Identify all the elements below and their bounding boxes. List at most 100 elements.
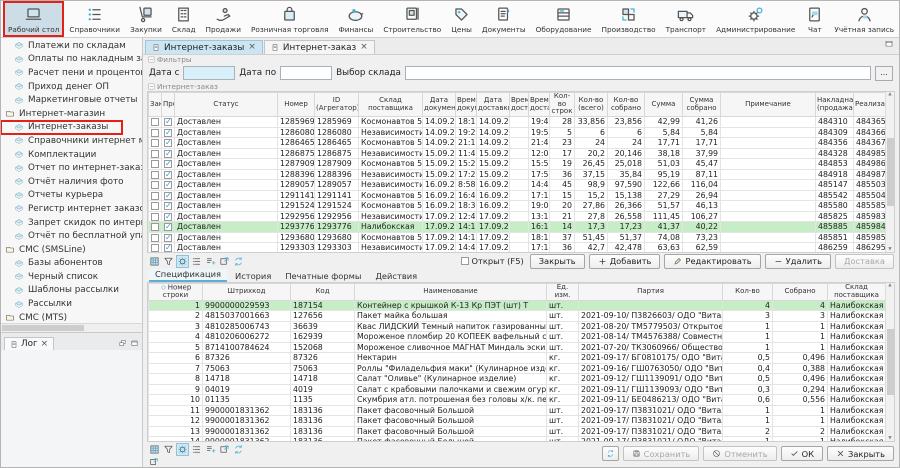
table-row[interactable]: 10011351135Скумбрия атл. потрошеная без … — [149, 395, 886, 406]
cell[interactable]: 4019 — [291, 384, 355, 395]
cell[interactable]: 1293303 — [278, 243, 315, 253]
cell[interactable]: 51,45 — [575, 232, 608, 243]
cell[interactable]: Налибокская — [828, 353, 886, 364]
cell[interactable]: 14718 — [203, 374, 291, 385]
cell[interactable]: 74,08 — [645, 232, 683, 243]
cell[interactable]: 485147 — [816, 180, 854, 191]
cell[interactable]: Мороженое пломбир 20 КОПЕЕК вафельный ст… — [355, 332, 547, 343]
cell[interactable]: 41,26 — [683, 117, 721, 128]
cell[interactable]: 1 — [723, 342, 773, 353]
cell[interactable]: Налибокская — [828, 405, 886, 416]
cell[interactable]: 37,99 — [683, 148, 721, 159]
grid-button[interactable] — [148, 255, 161, 268]
column-header[interactable]: Ед. изм. — [547, 284, 579, 301]
cell[interactable]: 1286465 — [315, 138, 359, 149]
cell[interactable]: 5,84 — [645, 127, 683, 138]
cell[interactable]: Налибокская — [828, 342, 886, 353]
cell[interactable]: Доставлен — [175, 169, 278, 180]
row-checkbox[interactable] — [151, 139, 159, 147]
cell[interactable]: 20,2 — [575, 148, 608, 159]
external-button[interactable] — [218, 443, 231, 456]
cell[interactable]: 1291141 — [315, 190, 359, 201]
column-header[interactable]: Номер — [278, 93, 315, 117]
cell[interactable]: Доставлен — [175, 201, 278, 212]
cell[interactable]: 36639 — [291, 321, 355, 332]
cell[interactable]: 484365 — [854, 117, 886, 128]
cell[interactable]: 9 — [149, 384, 203, 395]
cell[interactable]: 13 — [149, 426, 203, 437]
export-icon[interactable] — [149, 457, 159, 467]
close-form-button[interactable]: Закрыть — [827, 446, 894, 461]
cell[interactable]: 9900001831362 — [203, 437, 291, 442]
cell[interactable] — [149, 117, 162, 128]
toolbar-item-production[interactable]: Производство — [597, 1, 661, 37]
cell[interactable]: 484356 — [816, 138, 854, 149]
cell[interactable]: 12:07 — [529, 148, 550, 159]
cell[interactable]: 42,99 — [645, 117, 683, 128]
cell[interactable] — [149, 190, 162, 201]
cell[interactable]: 485825 — [816, 211, 854, 222]
cell[interactable]: 486259 — [816, 243, 854, 253]
cell[interactable]: 19:45 — [529, 117, 550, 128]
cell[interactable]: 1 — [723, 416, 773, 427]
sidebar-item[interactable]: Интернет-заказы — [1, 121, 122, 135]
cell[interactable]: 87,11 — [683, 169, 721, 180]
cell[interactable]: 183136 — [291, 416, 355, 427]
sidebar-item[interactable]: Шаблоны рассылки — [1, 284, 142, 298]
cell[interactable]: Доставлен — [175, 148, 278, 159]
cell[interactable]: 4 — [773, 300, 828, 311]
cell[interactable] — [510, 159, 529, 170]
maximize-icon[interactable] — [130, 339, 139, 347]
cell[interactable]: 25,018 — [608, 159, 645, 170]
cell[interactable]: Пакет фасовочный Большой — [355, 426, 547, 437]
cell[interactable]: Доставлен — [175, 232, 278, 243]
table-row[interactable]: 77506375063Роллы "Филадельфия маки" (Кул… — [149, 363, 886, 374]
cell[interactable]: 0,294 — [773, 384, 828, 395]
cell[interactable]: 14718 — [291, 374, 355, 385]
cell[interactable]: 21 — [550, 211, 575, 222]
warehouse-input[interactable] — [405, 66, 871, 80]
table-row[interactable]: Доставлен12879091287909Космонавтов 5а15.… — [149, 159, 886, 170]
toolbar-item-admin[interactable]: Администрирование — [711, 1, 800, 37]
spec-tab[interactable]: История — [229, 271, 277, 282]
cell[interactable]: 21:18 — [456, 138, 477, 149]
gear-button[interactable] — [176, 255, 189, 268]
cell[interactable]: 485580 — [816, 201, 854, 212]
date-from-input[interactable] — [183, 66, 235, 80]
cell[interactable] — [721, 169, 816, 180]
column-header[interactable]: Время докум — [456, 93, 477, 117]
table-row[interactable]: Доставлен12860801286080Независимости 155… — [149, 127, 886, 138]
scrollbar-thumb[interactable] — [887, 329, 894, 395]
table-row[interactable]: Доставлен12868751286875Независимости 155… — [149, 148, 886, 159]
cell[interactable]: 17.09.21 — [423, 222, 456, 233]
delete-button[interactable]: Удалить — [765, 254, 831, 269]
cell[interactable]: Доставлен — [175, 243, 278, 253]
list-button[interactable] — [190, 443, 203, 456]
cell[interactable]: 17:57 — [529, 169, 550, 180]
cell[interactable]: 11:40 — [456, 148, 477, 159]
cell[interactable] — [721, 232, 816, 243]
cell[interactable]: 17:27 — [456, 169, 477, 180]
cell[interactable]: Космонавтов 5а — [359, 201, 423, 212]
cell[interactable]: Доставлен — [175, 138, 278, 149]
cell[interactable]: 17.09.21 — [423, 232, 456, 243]
cell[interactable]: Космонавтов 5а — [359, 138, 423, 149]
row-checkbox[interactable] — [164, 181, 172, 189]
cell[interactable]: 484367 — [854, 138, 886, 149]
cell[interactable]: 183136 — [291, 437, 355, 442]
cell[interactable]: 1291524 — [315, 201, 359, 212]
cell[interactable] — [162, 243, 175, 253]
spec-tab[interactable]: Печатные формы — [279, 271, 367, 282]
cell[interactable]: 98,9 — [575, 180, 608, 191]
cell[interactable]: 2021-09-16/ ГШ0763050/ ОДО "Виталюр" — [579, 363, 723, 374]
cell[interactable] — [721, 127, 816, 138]
cell[interactable]: 4810206006272 — [203, 332, 291, 343]
cell[interactable] — [162, 232, 175, 243]
cell[interactable] — [510, 222, 529, 233]
toolbar-item-documents[interactable]: Документы — [477, 1, 531, 37]
toolbar-item-catalog[interactable]: Справочники — [64, 1, 125, 37]
cell[interactable]: Пакет фасовочный Большой — [355, 416, 547, 427]
cell[interactable]: 485984 — [854, 222, 886, 233]
row-checkbox[interactable] — [151, 160, 159, 168]
cell[interactable]: 17,71 — [645, 138, 683, 149]
